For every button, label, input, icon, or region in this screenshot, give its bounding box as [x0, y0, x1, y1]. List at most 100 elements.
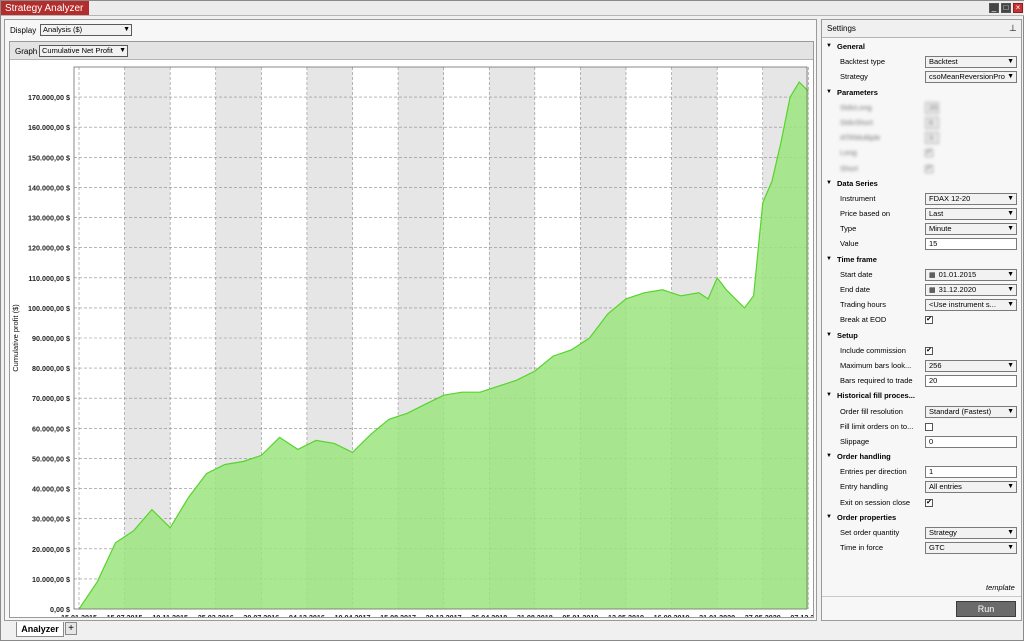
property-input[interactable]: 15 [925, 238, 1017, 251]
property-row: Maximum bars look... 256 ▼ [822, 359, 1021, 374]
property-input[interactable]: 0 [925, 435, 1017, 448]
property-select[interactable]: <Use instrument s... ▼ [925, 299, 1017, 312]
calendar-icon: ▦ [929, 287, 936, 294]
y-tick-label: 50.000,00 $ [32, 454, 70, 463]
section-data-series[interactable]: ▼ Data Series [822, 177, 1021, 192]
y-tick-label: 30.000,00 $ [32, 515, 70, 524]
property-select[interactable]: FDAX 12-20 ▼ [925, 192, 1017, 205]
analysis-pane: Display Analysis ($) ▼ Graph Cumulative … [4, 19, 817, 621]
property-value: All entries [929, 482, 962, 492]
cumulative-profit-chart: 0,00 $10.000,00 $20.000,00 $30.000,00 $4… [11, 66, 813, 617]
property-input[interactable]: 3 [925, 132, 939, 145]
x-tick-label: 04.12.2016 [289, 613, 325, 617]
section-title: General [837, 42, 865, 51]
property-select[interactable]: Minute ▼ [925, 223, 1017, 236]
property-row: Time in force GTC ▼ [822, 541, 1021, 556]
pin-icon[interactable]: ⊥ [1009, 23, 1017, 33]
y-tick-label: 40.000,00 $ [32, 485, 70, 494]
property-row: Instrument FDAX 12-20 ▼ [822, 192, 1021, 207]
chevron-down-icon: ▼ [1007, 301, 1014, 309]
close-icon[interactable]: × [1013, 3, 1023, 13]
property-label: Break at EOD [840, 315, 887, 325]
chevron-down-icon: ▼ [1007, 58, 1014, 66]
minimize-icon[interactable]: _ [989, 3, 999, 13]
property-label: Entry handling [840, 482, 888, 492]
section-title: Data Series [837, 178, 878, 188]
property-label: Price based on [840, 209, 891, 219]
template-link[interactable]: template [986, 583, 1015, 592]
property-label: Entries per direction [840, 467, 907, 477]
settings-list: ▼ General Backtest type Backtest ▼ Strategy cs… [822, 40, 1021, 556]
graph-select[interactable]: Cumulative Net Profit ▼ [39, 45, 128, 57]
chevron-down-icon: ▼ [123, 26, 130, 33]
property-row: Fill limit orders on to... [822, 420, 1021, 435]
property-label: Set order quantity [840, 528, 900, 537]
chevron-down-icon: ▼ [1007, 194, 1014, 202]
x-tick-label: 10.04.2017 [335, 613, 371, 617]
section-title: Parameters [837, 87, 878, 97]
y-tick-label: 20.000,00 $ [32, 545, 70, 554]
section-order-properties[interactable]: ▼ Order properties [822, 511, 1021, 526]
property-label: Backtest type [840, 57, 886, 67]
property-select[interactable]: All entries ▼ [925, 481, 1017, 494]
calendar-icon: ▦ [929, 271, 936, 279]
y-tick-label: 10.000,00 $ [32, 575, 70, 584]
display-select[interactable]: Analysis ($) ▼ [40, 24, 132, 36]
property-row: Trading hours <Use instrument s... ▼ [822, 298, 1021, 313]
x-tick-label: 26.04.2018 [471, 613, 507, 617]
x-tick-label: 30.07.2016 [243, 613, 279, 617]
section-setup[interactable]: ▼ Setup [822, 329, 1021, 344]
property-input[interactable]: 6 [925, 116, 939, 129]
triangle-down-icon: ▼ [826, 392, 832, 399]
checkbox[interactable]: ✔ [925, 149, 933, 158]
add-tab-button[interactable]: + [65, 622, 77, 635]
property-label: Instrument [840, 193, 876, 203]
property-label: Include commission [840, 345, 906, 355]
section-parameters[interactable]: ▼ Parameters [822, 86, 1021, 101]
section-title: Time frame [837, 254, 877, 264]
y-tick-label: 80.000,00 $ [32, 364, 70, 373]
property-value: Strategy [929, 528, 957, 537]
property-select[interactable]: csoMeanReversionPro ▼ [925, 71, 1017, 84]
property-select[interactable]: Strategy ▼ [925, 527, 1017, 539]
x-tick-label: 12.05.2019 [608, 613, 644, 617]
x-tick-label: 15.01.2015 [61, 613, 97, 617]
y-tick-label: 100.000,00 $ [28, 304, 70, 313]
property-row: Price based on Last ▼ [822, 207, 1021, 222]
section-title: Historical fill proces... [837, 391, 915, 401]
section-time-frame[interactable]: ▼ Time frame [822, 253, 1021, 268]
property-select[interactable]: GTC ▼ [925, 542, 1017, 555]
x-tick-label: 20.12.2017 [426, 613, 462, 617]
section-historical-fill-proces[interactable]: ▼ Historical fill proces... [822, 389, 1021, 404]
property-select[interactable]: 256 ▼ [925, 359, 1017, 372]
tab-analyzer[interactable]: Analyzer [16, 622, 64, 637]
property-row: Type Minute ▼ [822, 222, 1021, 237]
checkbox[interactable]: ✔ [925, 346, 933, 355]
property-value: 31.12.2020 [938, 285, 977, 294]
checkbox[interactable] [925, 422, 933, 431]
checkbox[interactable]: ✔ [925, 164, 933, 173]
triangle-down-icon: ▼ [826, 453, 832, 460]
property-value: <Use instrument s... [929, 300, 996, 310]
x-tick-label: 25.03.2016 [198, 613, 234, 617]
y-tick-label: 170.000,00 $ [28, 93, 70, 102]
property-row: Entries per direction 1 [822, 465, 1021, 480]
property-select[interactable]: Standard (Fastest) ▼ [925, 405, 1017, 418]
property-input[interactable]: 20 [925, 101, 939, 114]
triangle-down-icon: ▼ [826, 255, 832, 262]
property-label: StdvLong [840, 102, 872, 112]
property-input[interactable]: ▦ 01.01.2015 ▼ [925, 268, 1017, 281]
section-order-handling[interactable]: ▼ Order handling [822, 450, 1021, 465]
property-input[interactable]: 1 [925, 466, 1017, 479]
run-button[interactable]: Run [956, 601, 1016, 617]
property-value: GTC [929, 543, 945, 553]
maximize-icon[interactable]: □ [1001, 3, 1011, 13]
property-input[interactable]: ▦ 31.12.2020 ▼ [925, 284, 1017, 296]
property-input[interactable]: 20 [925, 375, 1017, 388]
property-select[interactable]: Last ▼ [925, 208, 1017, 221]
property-label: Type [840, 224, 857, 234]
section-general[interactable]: ▼ General [822, 40, 1021, 55]
checkbox[interactable]: ✔ [925, 498, 933, 507]
checkbox[interactable]: ✔ [925, 316, 933, 325]
property-select[interactable]: Backtest ▼ [925, 56, 1017, 69]
